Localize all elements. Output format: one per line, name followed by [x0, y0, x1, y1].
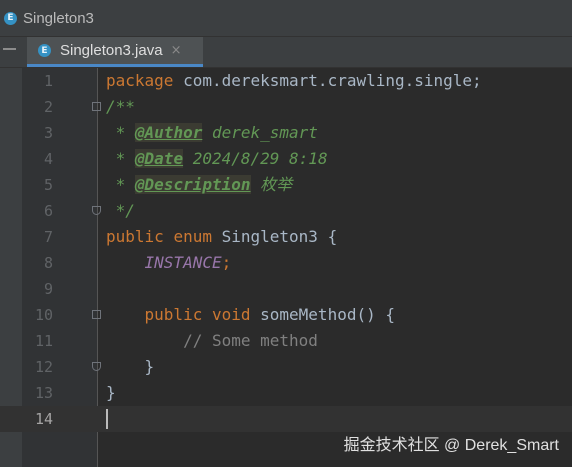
line-number: 1 — [43, 72, 53, 90]
window-title: Singleton3 — [23, 9, 94, 27]
tab-singleton3-java[interactable]: E Singleton3.java × — [27, 37, 203, 67]
tab-label: Singleton3.java — [60, 42, 163, 59]
code-text: com.dereksmart.crawling.single; — [173, 71, 482, 90]
keyword: enum — [173, 227, 212, 246]
code-text: } — [106, 357, 155, 376]
keyword: void — [211, 305, 251, 324]
code-line: 5 * @Description 枚举 — [0, 172, 572, 198]
code-line: 4 * @Date 2024/8/29 8:18 — [0, 146, 572, 172]
text-caret — [106, 409, 108, 429]
code-line: 11 // Some method — [0, 328, 572, 354]
line-number: 2 — [43, 98, 53, 116]
fold-end-icon[interactable] — [92, 206, 101, 215]
line-number: 5 — [43, 176, 53, 194]
javadoc-tag: @Author — [134, 123, 203, 142]
line-number: 7 — [43, 228, 53, 246]
title-bar: E Singleton3 — [0, 0, 572, 37]
code-text: Singleton3 { — [211, 227, 338, 246]
editor-tab-bar: E Singleton3.java × — [0, 37, 572, 68]
doc-text: 2024/8/29 8:18 — [183, 149, 328, 168]
enum-class-icon: E — [38, 44, 51, 57]
code-line: 2 /** — [0, 94, 572, 120]
fold-start-icon[interactable] — [92, 310, 101, 319]
code-line: 13 } — [0, 380, 572, 406]
doc-star: * — [106, 175, 135, 194]
code-line: 7 public enum Singleton3 { — [0, 224, 572, 250]
enum-class-icon: E — [4, 11, 17, 25]
line-number: 10 — [34, 306, 53, 324]
line-number: 9 — [43, 280, 53, 298]
doc-comment: /** — [106, 97, 135, 116]
line-number: 8 — [43, 254, 53, 272]
fold-end-icon[interactable] — [92, 362, 101, 371]
line-number: 13 — [34, 384, 53, 402]
code-text: ; — [221, 253, 232, 272]
keyword: public — [106, 227, 164, 246]
line-number: 3 — [43, 124, 53, 142]
code-line: 12 } — [0, 354, 572, 380]
code-line: 3 * @Author derek_smart — [0, 120, 572, 146]
code-line: 1 package com.dereksmart.crawling.single… — [0, 68, 572, 94]
code-line: 10 public void someMethod() { — [0, 302, 572, 328]
menu-icon[interactable] — [3, 48, 16, 53]
line-number: 6 — [43, 202, 53, 220]
code-text: } — [106, 383, 116, 402]
doc-star: * — [106, 123, 135, 142]
line-number: 12 — [34, 358, 53, 376]
line-number: 4 — [43, 150, 53, 168]
keyword: public — [144, 305, 203, 324]
code-text: someMethod() { — [250, 305, 395, 324]
code-line: 6 */ — [0, 198, 572, 224]
doc-text: 枚举 — [250, 175, 293, 194]
line-comment: // Some method — [183, 331, 318, 350]
line-number: 14 — [34, 410, 53, 428]
doc-star: * — [106, 149, 135, 168]
current-line: 14 — [0, 406, 572, 432]
code-line: 8 INSTANCE; — [0, 250, 572, 276]
javadoc-tag: @Date — [134, 149, 184, 168]
close-icon[interactable]: × — [171, 43, 182, 58]
code-line: 9 — [0, 276, 572, 302]
fold-start-icon[interactable] — [92, 102, 101, 111]
enum-constant: INSTANCE — [144, 253, 222, 272]
doc-comment: */ — [106, 201, 135, 220]
javadoc-tag: @Description — [134, 175, 251, 194]
keyword: package — [106, 71, 174, 90]
doc-text: derek_smart — [202, 123, 318, 142]
line-number: 11 — [34, 332, 53, 350]
watermark: 掘金技术社区 @ Derek_Smart — [343, 437, 559, 454]
